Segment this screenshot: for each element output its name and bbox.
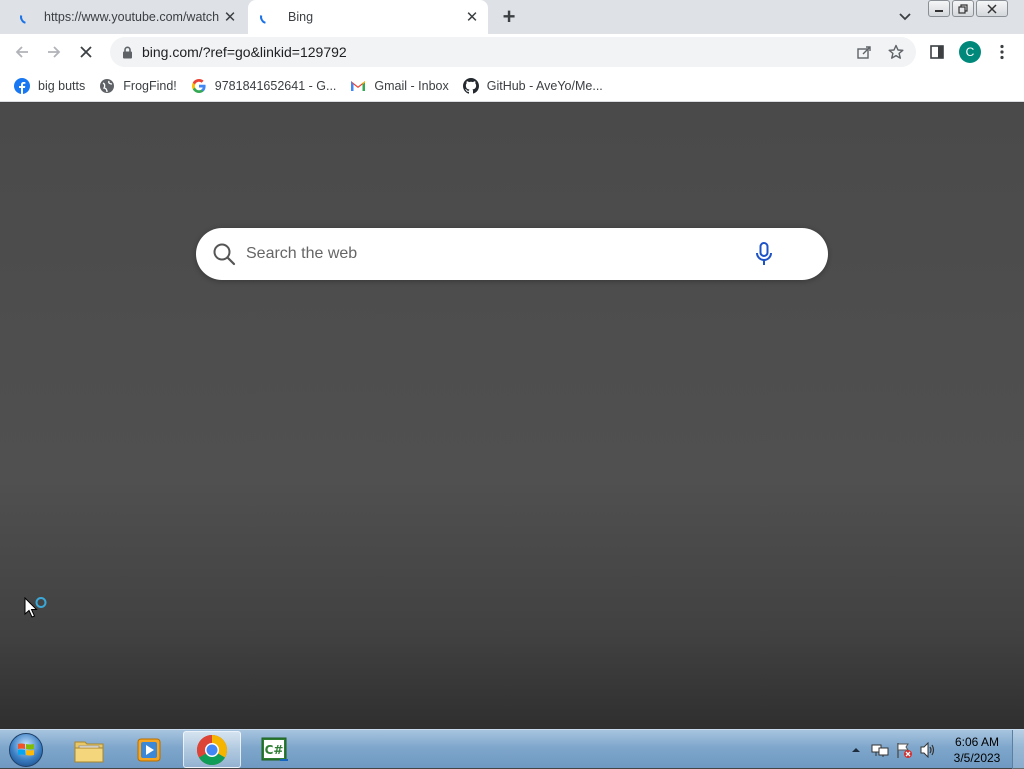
busy-cursor-icon	[24, 597, 47, 618]
show-desktop-button[interactable]	[1012, 730, 1024, 769]
window-controls	[928, 0, 1008, 17]
tab-strip: https://www.youtube.com/watch ✕ Bing ✕ +	[0, 0, 1024, 34]
forward-button[interactable]	[42, 40, 66, 64]
bookmark-label: Gmail - Inbox	[374, 78, 449, 93]
facebook-icon	[14, 77, 30, 94]
taskbar-csharp[interactable]: C#	[246, 731, 304, 768]
show-hidden-icons-icon[interactable]	[846, 740, 866, 760]
search-icon	[211, 241, 237, 267]
bookmarks-bar: big butts FrogFind! 9781841652641 - G...	[0, 70, 1024, 102]
tab-close-icon[interactable]: ✕	[462, 7, 482, 27]
share-icon[interactable]	[852, 40, 876, 64]
bookmark-item[interactable]: FrogFind!	[97, 73, 185, 99]
folder-icon	[74, 741, 104, 762]
media-player-icon	[137, 738, 161, 761]
chrome-icon	[196, 734, 228, 765]
system-tray: 6:06 AM 3/5/2023	[846, 730, 1024, 769]
clock-date: 3/5/2023	[953, 750, 1001, 765]
loading-spinner-icon	[17, 7, 37, 27]
action-center-flag-icon[interactable]	[894, 740, 914, 760]
tab-bing[interactable]: Bing ✕	[248, 0, 488, 34]
taskbar-media-player[interactable]	[120, 731, 178, 768]
address-bar[interactable]: bing.com/?ref=go&linkid=129792	[110, 37, 916, 67]
lock-icon[interactable]	[120, 45, 134, 59]
globe-icon	[99, 78, 115, 94]
minimize-button[interactable]	[928, 0, 950, 17]
clock-time: 6:06 AM	[954, 734, 1000, 749]
github-icon	[462, 77, 479, 94]
taskbar-explorer[interactable]	[60, 731, 118, 768]
gmail-icon	[350, 78, 366, 94]
bookmark-label: 9781841652641 - G...	[214, 78, 337, 93]
tab-close-icon[interactable]: ✕	[220, 7, 240, 27]
tab-youtube[interactable]: https://www.youtube.com/watch ✕	[0, 0, 246, 34]
bookmark-label: big butts	[38, 78, 86, 93]
tab-search-chevron-icon[interactable]	[895, 7, 915, 27]
search-box[interactable]	[196, 228, 828, 280]
url-text: bing.com/?ref=go&linkid=129792	[142, 44, 347, 60]
browser-toolbar: bing.com/?ref=go&linkid=129792 C	[0, 34, 1024, 70]
csharp-editor-icon: C#	[261, 737, 288, 761]
network-icon[interactable]	[870, 740, 890, 760]
bing-page	[0, 103, 1024, 729]
start-button[interactable]	[6, 730, 46, 769]
search-input[interactable]	[244, 244, 734, 264]
microphone-icon[interactable]	[752, 241, 776, 267]
taskbar-clock[interactable]: 6:06 AM 3/5/2023	[946, 734, 1008, 766]
bookmark-item[interactable]: 9781841652641 - G...	[189, 73, 345, 99]
bookmark-star-icon[interactable]	[884, 40, 908, 64]
taskbar-chrome[interactable]	[183, 731, 241, 768]
back-button[interactable]	[10, 40, 34, 64]
svg-text:C#: C#	[265, 743, 284, 757]
stop-loading-button[interactable]	[74, 40, 98, 64]
windows-taskbar: C# 6:06 AM 3/5/2023	[0, 729, 1024, 769]
menu-kebab-icon[interactable]	[990, 40, 1014, 64]
restore-button[interactable]	[952, 0, 974, 17]
bookmark-label: GitHub - AveYo/Me...	[486, 78, 603, 93]
new-tab-button[interactable]: +	[498, 4, 520, 29]
close-window-button[interactable]	[976, 0, 1008, 17]
tab-title: Bing	[288, 10, 314, 24]
bookmark-item[interactable]: Gmail - Inbox	[348, 73, 456, 99]
bookmark-item[interactable]: GitHub - AveYo/Me...	[461, 73, 611, 99]
google-icon	[191, 78, 207, 94]
windows-logo-icon	[9, 732, 43, 767]
avatar: C	[959, 41, 981, 63]
volume-icon[interactable]	[918, 740, 938, 760]
tab-title: https://www.youtube.com/watch	[44, 10, 220, 24]
profile-avatar-button[interactable]: C	[958, 40, 982, 64]
bookmark-item[interactable]: big butts	[12, 73, 93, 99]
loading-spinner-icon	[257, 7, 277, 27]
side-panel-icon[interactable]	[925, 40, 949, 64]
bookmark-label: FrogFind!	[123, 78, 177, 93]
